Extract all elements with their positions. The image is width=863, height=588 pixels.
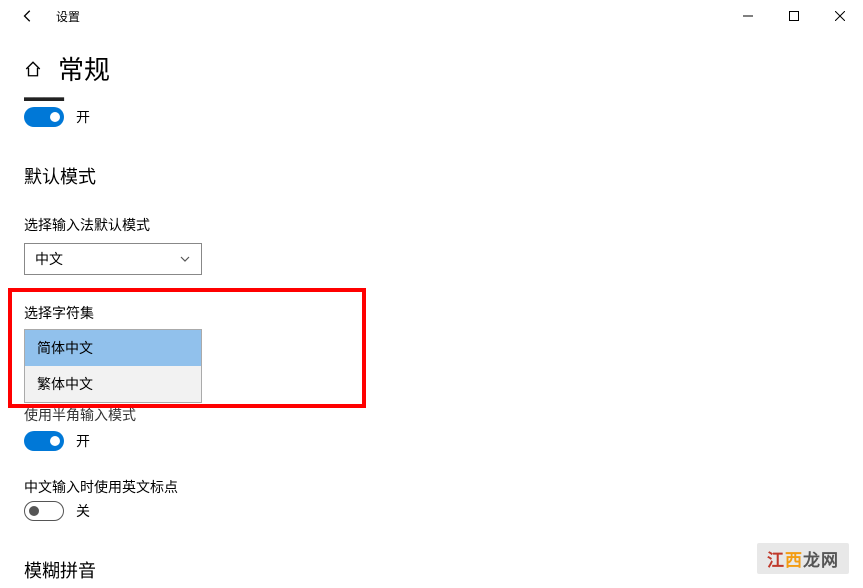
input-method-label: 选择输入法默认模式 — [24, 215, 839, 235]
close-button[interactable] — [817, 1, 863, 31]
arrow-left-icon — [21, 9, 35, 23]
half-full-mode-label: 使用半角输入模式 — [24, 405, 839, 425]
minimize-button[interactable] — [725, 1, 771, 31]
toggle-1-label: 开 — [76, 107, 90, 127]
toggle-half-full-label: 开 — [76, 431, 90, 451]
watermark-part3: 龙网 — [803, 551, 839, 570]
watermark: 江西龙网 — [757, 543, 849, 574]
charset-option-simplified[interactable]: 简体中文 — [25, 330, 201, 366]
window-title: 设置 — [56, 8, 80, 25]
section-default-mode-title: 默认模式 — [24, 163, 839, 189]
charset-option-traditional[interactable]: 繁体中文 — [25, 366, 201, 402]
page-title: 常规 — [58, 50, 110, 87]
charset-label: 选择字符集 — [24, 303, 839, 323]
charset-group: 选择字符集 简体中文 繁体中文 — [24, 303, 839, 403]
close-icon — [835, 11, 845, 21]
toggle-half-full[interactable] — [24, 431, 64, 451]
section-fuzzy-title: 模糊拼音 — [24, 557, 839, 583]
titlebar: 设置 — [0, 0, 863, 32]
truncated-setting-label: ▂▂▂▂ — [24, 91, 74, 101]
content-area: 常规 ▂▂▂▂ 开 默认模式 选择输入法默认模式 中文 选择字符集 简体中文 繁… — [0, 50, 863, 583]
chevron-down-icon — [179, 253, 191, 265]
window-controls — [725, 1, 863, 31]
maximize-icon — [789, 11, 799, 21]
toggle-row-3: 关 — [24, 501, 839, 521]
punctuation-label: 中文输入时使用英文标点 — [24, 477, 839, 497]
back-button[interactable] — [18, 6, 38, 26]
home-icon — [24, 60, 42, 78]
toggle-punctuation-label: 关 — [76, 501, 90, 521]
page-header: 常规 — [24, 50, 839, 87]
watermark-part2: 西 — [785, 551, 803, 570]
toggle-row-1: 开 — [24, 107, 839, 127]
input-method-select[interactable]: 中文 — [24, 243, 202, 275]
toggle-punctuation[interactable] — [24, 501, 64, 521]
toggle-row-2: 开 — [24, 431, 839, 451]
maximize-button[interactable] — [771, 1, 817, 31]
input-method-value: 中文 — [35, 249, 63, 269]
minimize-icon — [743, 11, 753, 21]
charset-dropdown[interactable]: 简体中文 繁体中文 — [24, 329, 202, 403]
toggle-1[interactable] — [24, 107, 64, 127]
watermark-part1: 江 — [767, 551, 785, 570]
